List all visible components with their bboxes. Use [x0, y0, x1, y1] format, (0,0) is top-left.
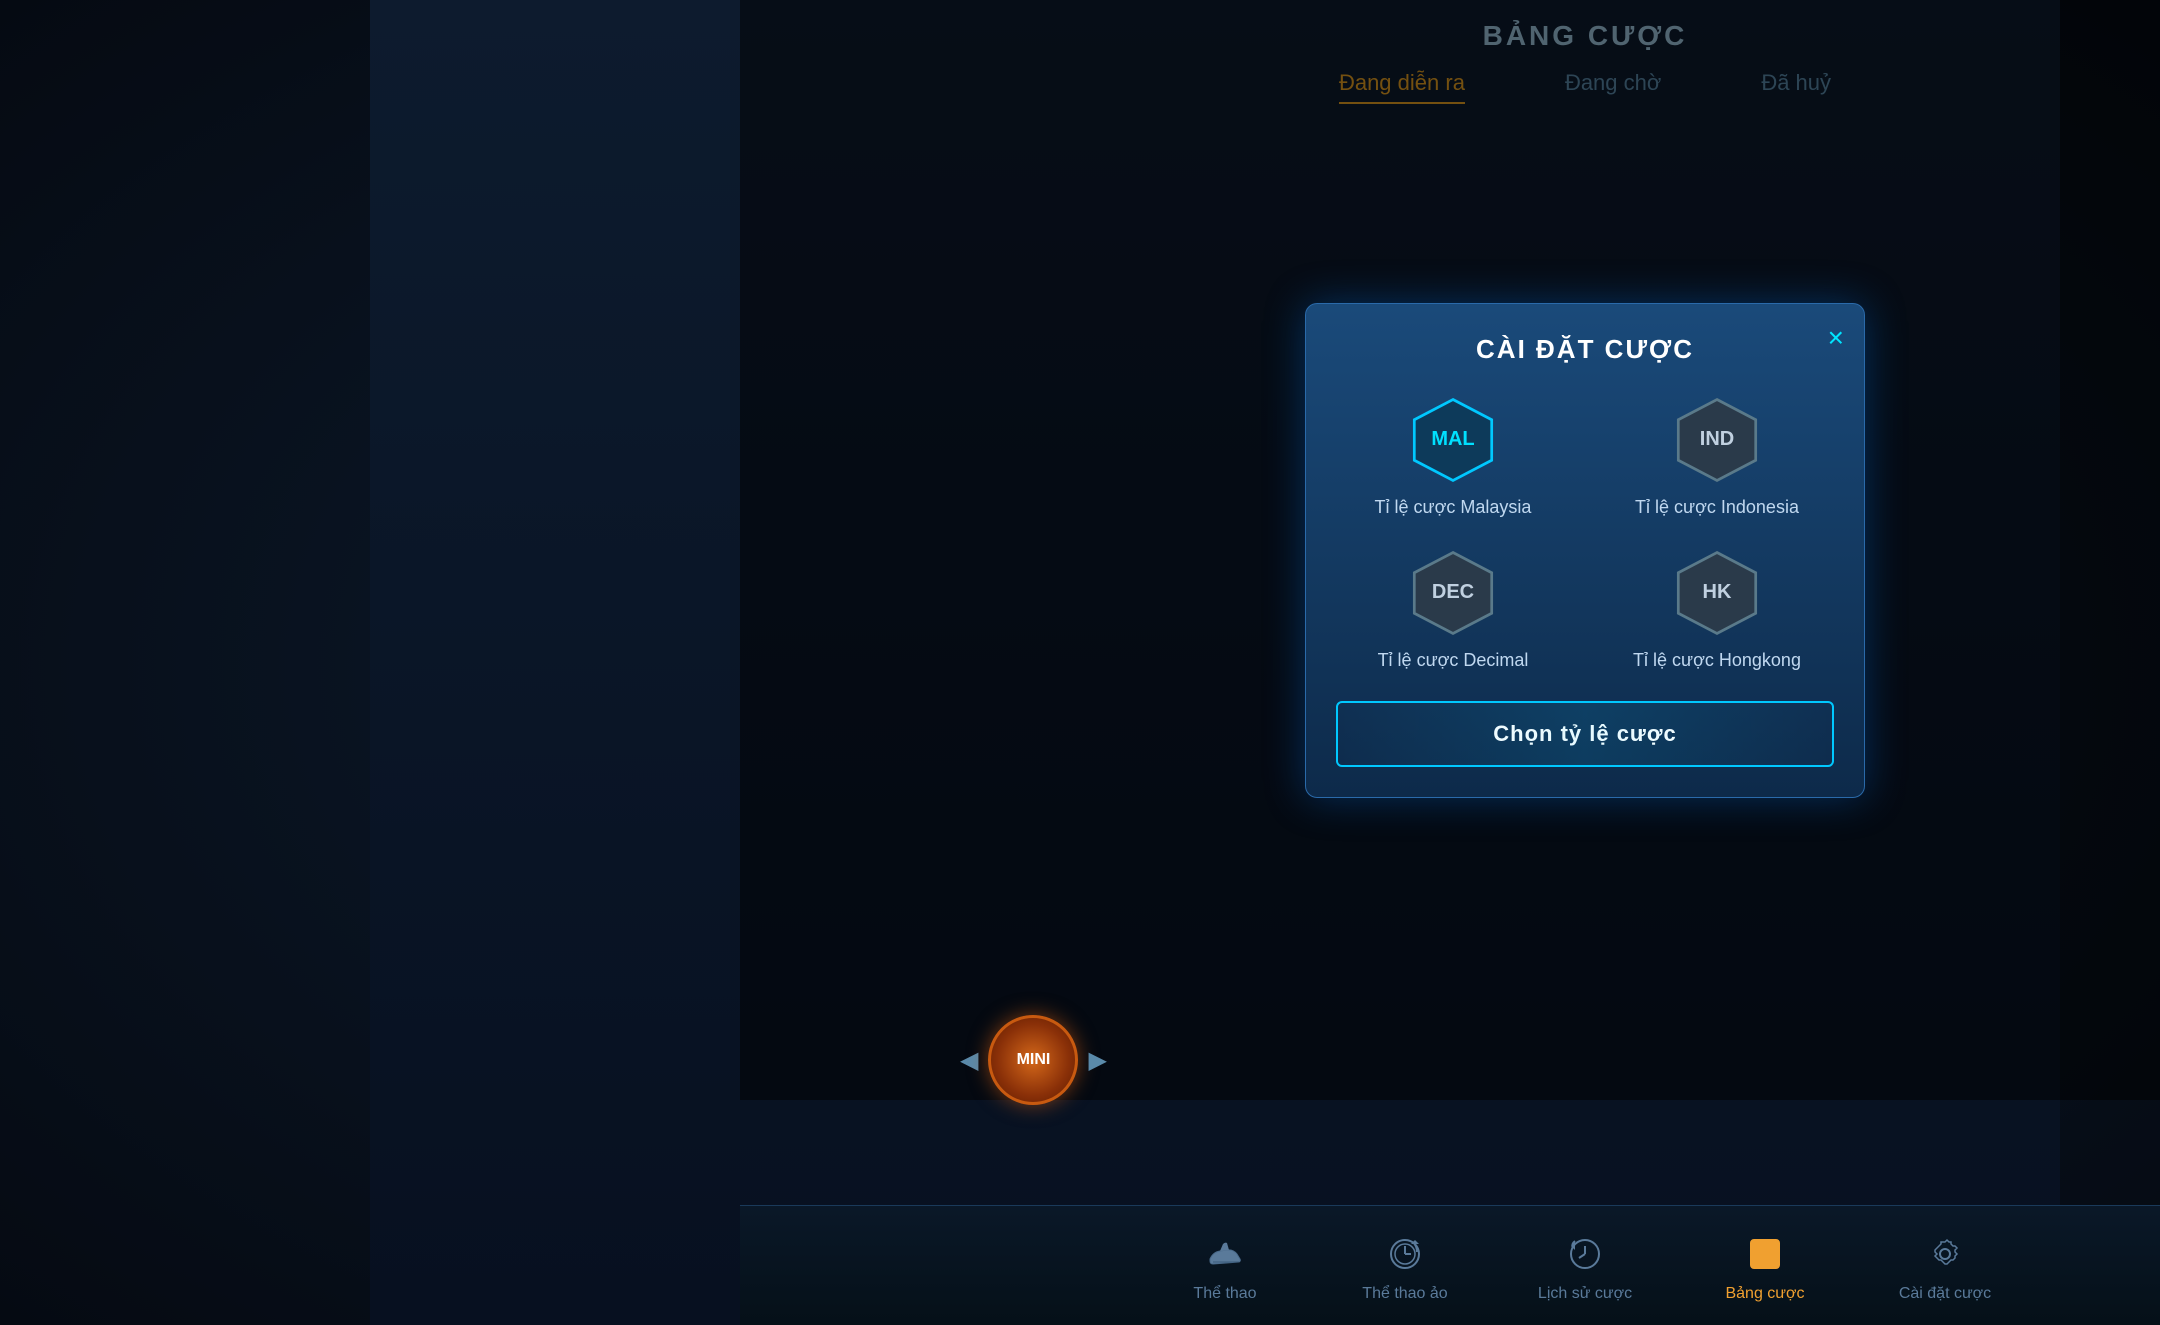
- modal-dialog: × CÀI ĐẶT CƯỢC MAL Tỉ lệ cược Malaysia: [1305, 303, 1865, 798]
- hk-text: Tỉ lệ cược Hongkong: [1633, 650, 1801, 671]
- mal-hexagon: MAL: [1408, 395, 1498, 485]
- bottom-navigation: Thể thao Thể thao ảo: [740, 1205, 2160, 1325]
- history-icon: [1560, 1229, 1610, 1279]
- dec-label: DEC: [1432, 581, 1474, 604]
- hk-label: HK: [1703, 581, 1732, 604]
- settings-icon: [1920, 1229, 1970, 1279]
- nav-the-thao[interactable]: Thể thao: [1135, 1219, 1315, 1313]
- nav-bang-cuoc[interactable]: Bảng cược: [1675, 1219, 1855, 1313]
- option-mal[interactable]: MAL Tỉ lệ cược Malaysia: [1336, 395, 1570, 518]
- mini-arrow-right[interactable]: ▶: [1088, 1046, 1106, 1075]
- sports-icon: [1200, 1229, 1250, 1279]
- select-odds-button[interactable]: Chọn tỷ lệ cược: [1336, 701, 1834, 767]
- dec-text: Tỉ lệ cược Decimal: [1378, 650, 1529, 671]
- modal-title: CÀI ĐẶT CƯỢC: [1336, 334, 1834, 365]
- hk-hexagon: HK: [1672, 548, 1762, 638]
- modal-overlay: × CÀI ĐẶT CƯỢC MAL Tỉ lệ cược Malaysia: [740, 0, 2160, 1100]
- main-content: BẢNG CƯỢC Đang diễn ra Đang chờ Đã huỷ ×…: [370, 0, 2060, 1325]
- nav-bang-cuoc-label: Bảng cược: [1725, 1285, 1804, 1303]
- options-grid: MAL Tỉ lệ cược Malaysia IND Tỉ lệ cược I…: [1336, 395, 1834, 671]
- nav-cai-dat-cuoc[interactable]: Cài đặt cược: [1855, 1219, 2035, 1313]
- mini-icon-container: ◀ MINI ▶: [960, 1015, 1107, 1105]
- dec-hexagon: DEC: [1408, 548, 1498, 638]
- nav-the-thao-ao-label: Thể thao ảo: [1362, 1285, 1447, 1303]
- option-ind[interactable]: IND Tỉ lệ cược Indonesia: [1600, 395, 1834, 518]
- nav-the-thao-label: Thể thao: [1193, 1285, 1256, 1303]
- mini-circle[interactable]: MINI: [988, 1015, 1078, 1105]
- ind-hexagon: IND: [1672, 395, 1762, 485]
- virtual-sports-icon: [1380, 1229, 1430, 1279]
- nav-lich-su-cuoc-label: Lịch sử cược: [1538, 1285, 1632, 1303]
- option-dec[interactable]: DEC Tỉ lệ cược Decimal: [1336, 548, 1570, 671]
- option-hk[interactable]: HK Tỉ lệ cược Hongkong: [1600, 548, 1834, 671]
- board-icon: [1740, 1229, 1790, 1279]
- modal-close-button[interactable]: ×: [1828, 324, 1844, 352]
- mal-text: Tỉ lệ cược Malaysia: [1375, 497, 1532, 518]
- mini-arrow-left[interactable]: ◀: [960, 1046, 978, 1075]
- mal-label: MAL: [1431, 428, 1474, 451]
- ind-label: IND: [1700, 428, 1734, 451]
- ind-text: Tỉ lệ cược Indonesia: [1635, 497, 1799, 518]
- nav-cai-dat-cuoc-label: Cài đặt cược: [1899, 1285, 1991, 1303]
- mini-label: MINI: [1017, 1050, 1051, 1069]
- nav-the-thao-ao[interactable]: Thể thao ảo: [1315, 1219, 1495, 1313]
- nav-lich-su-cuoc[interactable]: Lịch sử cược: [1495, 1219, 1675, 1313]
